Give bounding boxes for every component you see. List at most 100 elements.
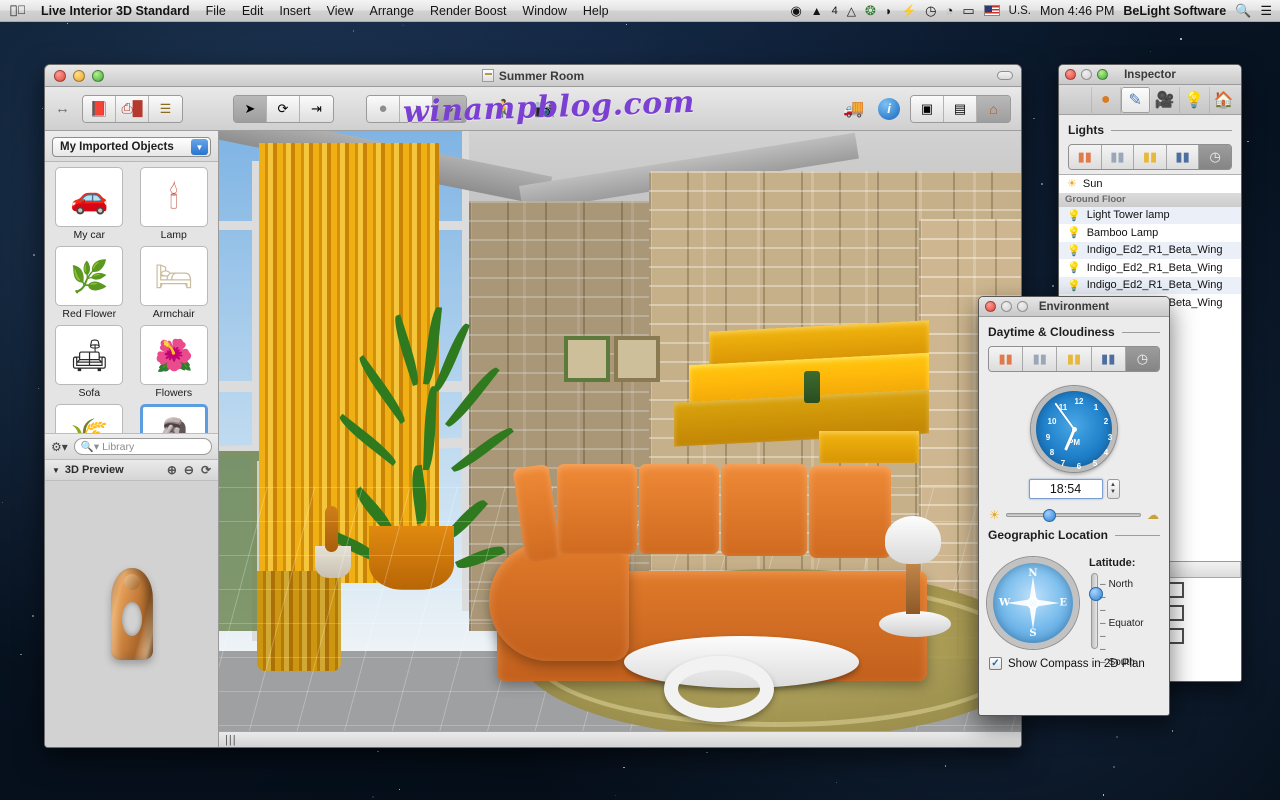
list-item[interactable]: 💡 Indigo_Ed2_R1_Beta_Wing [1059,259,1241,277]
apple-menu-icon[interactable]:  [10,3,23,18]
select-tool[interactable]: ➤ [234,96,267,122]
flash-icon[interactable]: ⚡ [901,4,916,18]
rotate-preview-button[interactable]: ⟳ [201,463,211,477]
resize-handle-icon[interactable]: ↔ [55,100,70,117]
zoom-button[interactable] [92,70,104,82]
compass-control[interactable]: N E S W [987,557,1079,649]
menu-edit[interactable]: Edit [234,0,272,22]
menubar-user[interactable]: BeLight Software [1123,4,1226,18]
menubar-clock[interactable]: Mon 4:46 PM [1040,4,1114,18]
tab-environment[interactable]: 🏠 [1210,87,1239,113]
library-print-group[interactable]: 📕 ⎙█ ☰ [82,95,183,123]
info-button[interactable]: i [878,98,900,120]
latitude-slider[interactable] [1091,573,1098,649]
wifi-icon[interactable]: ◔ [945,3,953,18]
menu-render-boost[interactable]: Render Boost [422,0,514,22]
color-swatch[interactable] [1168,628,1184,644]
cloudiness-sunny[interactable]: ▮▮ [1057,347,1091,371]
tab-object[interactable]: 🛛 [1062,87,1092,113]
latitude-track[interactable]: North Equator South [1085,573,1161,649]
time-machine-icon[interactable]: ◷ [925,3,936,19]
object-cell-armchair[interactable]: 🛏 Armchair [134,246,215,323]
show-compass-row[interactable]: ✓ Show Compass in 2D Plan [979,649,1169,670]
inspector-titlebar[interactable]: Inspector [1059,65,1241,85]
library-popup-button[interactable]: My Imported Objects ▼ [52,137,211,157]
toolbar-toggle-button[interactable] [997,71,1013,80]
disclosure-triangle-icon[interactable]: ▼ [52,466,60,475]
slider-knob[interactable] [1043,509,1056,522]
view-2d-plan-button[interactable]: ▣ [911,96,944,122]
chevron-down-icon[interactable]: ▼ [191,139,208,155]
battery-icon[interactable]: ▭ [962,3,974,19]
object-cell-red-flower[interactable]: 🌿 Red Flower [49,246,130,323]
view-mode-group[interactable]: ▣ ▤ ⌂ [910,95,1011,123]
app-menu-title[interactable]: Live Interior 3D Standard [33,0,198,22]
time-stepper[interactable]: ▲ ▼ [1107,479,1120,499]
library-button[interactable]: 📕 [83,96,116,122]
main-window[interactable]: Summer Room ↔ 📕 ⎙█ ☰ ➤ ⟳ ⇥ ● ◑ ◑ 🚶 📷 win… [44,64,1022,748]
print-button[interactable]: ⎙█ [116,96,149,122]
view-3d-button[interactable]: ⌂ [977,96,1010,122]
resize-grip-icon[interactable]: ||| [225,734,237,746]
stepper-down-icon[interactable]: ▼ [1110,489,1116,496]
main-window-titlebar[interactable]: Summer Room [45,65,1021,87]
light-mode-morning[interactable]: ▮▮ [1069,145,1102,169]
zoom-in-button[interactable]: ⊕ [167,463,177,477]
daytime-clock[interactable]: 12 1 2 3 4 5 6 7 8 9 10 11 PM [1031,386,1117,472]
object-cell-flowers[interactable]: 🌺 Flowers [134,325,215,402]
environment-palette[interactable]: Environment Daytime & Cloudiness ▮▮ ▮▮ ▮… [978,296,1170,716]
light-mode-day[interactable]: ▮▮ [1102,145,1135,169]
tab-light[interactable]: 💡 [1180,87,1210,113]
object-cell-my-car[interactable]: 🚗 My car [49,167,130,244]
list-item[interactable]: 💡 Light Tower lamp [1059,207,1241,225]
cloudiness-slider[interactable] [1006,513,1141,517]
notification-center-icon[interactable]: ☰ [1260,3,1272,19]
object-cell-sofa[interactable]: 🛋 Sofa [49,325,130,402]
menu-arrange[interactable]: Arrange [362,0,422,22]
menu-window[interactable]: Window [514,0,574,22]
input-source-label[interactable]: U.S. [1009,5,1031,17]
leaf-icon[interactable]: ◗ [885,4,892,18]
window-controls[interactable] [45,70,104,82]
tab-material[interactable]: ● [1092,87,1122,113]
move-tool[interactable]: ⇥ [300,96,333,122]
view-split-button[interactable]: ▤ [944,96,977,122]
object-cell-statue[interactable]: 🗿 Statue [134,404,215,433]
list-item[interactable]: ☀ Sun [1059,175,1241,193]
light-mode-group[interactable]: ▮▮ ▮▮ ▮▮ ▮▮ ◷ [1068,144,1232,170]
tab-camera[interactable]: 🎥 [1151,87,1181,113]
menu-help[interactable]: Help [575,0,617,22]
flat-render-button[interactable]: ● [367,96,400,122]
cloudiness-auto[interactable]: ◷ [1126,347,1159,371]
color-swatch[interactable] [1168,605,1184,621]
list-button[interactable]: ☰ [149,96,182,122]
cloudiness-group[interactable]: ▮▮ ▮▮ ▮▮ ▮▮ ◷ [988,346,1160,372]
close-button[interactable] [54,70,66,82]
globe-icon[interactable]: ❂ [865,3,876,19]
document-proxy-icon[interactable] [482,69,494,82]
tab-edit[interactable]: ✎ [1121,87,1151,113]
inspector-tab-bar[interactable]: 🛛 ● ✎ 🎥 💡 🏠 [1059,85,1241,115]
adobe-icon[interactable]: ▲ [811,4,823,18]
list-item[interactable]: 💡 Indigo_Ed2_R1_Beta_Wing [1059,277,1241,295]
color-swatch[interactable] [1168,582,1184,598]
search-icon[interactable]: 🔍 [1235,3,1251,19]
zoom-out-button[interactable]: ⊖ [184,463,194,477]
rotate-tool[interactable]: ⟳ [267,96,300,122]
export-button[interactable]: 🚚 [840,95,868,123]
gear-icon[interactable]: ⚙▾ [51,440,68,454]
tool-group[interactable]: ➤ ⟳ ⇥ [233,95,334,123]
dropbox-check-icon[interactable]: ◉ [790,3,801,19]
preview-header[interactable]: ▼ 3D Preview ⊕ ⊖ ⟳ [45,459,218,481]
time-input[interactable]: 18:54 [1029,479,1103,499]
list-item[interactable]: 💡 Indigo_Ed2_R1_Beta_Wing [1059,242,1241,260]
list-item[interactable]: 💡 Bamboo Lamp [1059,224,1241,242]
light-mode-auto[interactable]: ◷ [1199,145,1231,169]
object-cell-lamp[interactable]: 🕯 Lamp [134,167,215,244]
clock-container[interactable]: 12 1 2 3 4 5 6 7 8 9 10 11 PM [979,386,1169,472]
flag-icon[interactable] [984,5,1000,16]
google-drive-icon[interactable]: △ [847,4,856,18]
3d-viewport[interactable]: ||| [219,131,1021,747]
light-mode-night[interactable]: ▮▮ [1167,145,1200,169]
menu-insert[interactable]: Insert [271,0,318,22]
